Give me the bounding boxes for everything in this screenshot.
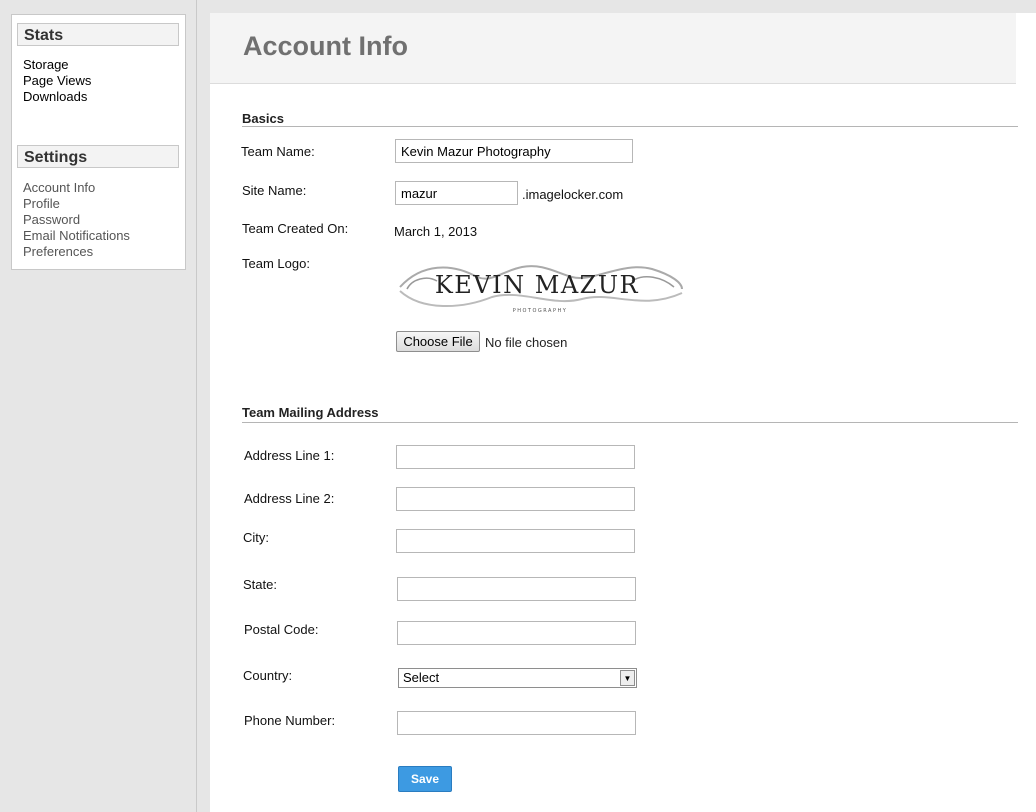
address-line1-label: Address Line 1: <box>244 448 335 463</box>
sidebar-item-storage[interactable]: Storage <box>23 57 69 73</box>
stats-heading: Stats <box>17 23 179 46</box>
state-input[interactable] <box>397 577 636 601</box>
page-title: Account Info <box>243 31 408 61</box>
sidebar-item-password[interactable]: Password <box>23 212 80 228</box>
file-status: No file chosen <box>485 335 568 350</box>
sidebar-item-page-views[interactable]: Page Views <box>23 73 91 89</box>
country-label: Country: <box>243 668 293 683</box>
title-bar: Account Info <box>210 13 1016 84</box>
phone-number-label: Phone Number: <box>244 713 336 728</box>
sidebar-item-preferences[interactable]: Preferences <box>23 244 93 260</box>
basics-heading: Basics <box>242 111 284 126</box>
postal-code-input[interactable] <box>397 621 636 645</box>
choose-file-button[interactable]: Choose File <box>396 331 480 352</box>
sidebar-item-downloads[interactable]: Downloads <box>23 89 87 105</box>
save-button[interactable]: Save <box>398 766 452 792</box>
city-label: City: <box>243 530 269 545</box>
logo-text: KEVIN MAZUR <box>435 271 639 299</box>
chevron-down-icon[interactable]: ▼ <box>620 670 635 686</box>
sidebar-panel: Stats Storage Page Views Downloads Setti… <box>11 14 186 270</box>
team-logo-label: Team Logo: <box>242 256 310 271</box>
team-name-input[interactable] <box>395 139 633 163</box>
site-name-input[interactable] <box>395 181 518 205</box>
main-content: Account Info Basics Team Name: Site Name… <box>210 13 1036 812</box>
settings-heading: Settings <box>17 145 179 168</box>
address-line1-input[interactable] <box>396 445 635 469</box>
phone-number-input[interactable] <box>397 711 636 735</box>
sidebar-item-account-info[interactable]: Account Info <box>23 180 95 196</box>
country-selected-value: Select <box>403 670 440 685</box>
address-heading: Team Mailing Address <box>242 405 379 420</box>
sidebar-item-profile[interactable]: Profile <box>23 196 60 212</box>
site-domain-suffix: .imagelocker.com <box>522 187 624 202</box>
team-name-label: Team Name: <box>241 144 315 159</box>
city-input[interactable] <box>396 529 635 553</box>
site-name-label: Site Name: <box>242 183 307 198</box>
team-created-label: Team Created On: <box>242 221 349 236</box>
logo-flourish: KEVIN MAZUR PHOTOGRAPHY <box>399 265 683 314</box>
address-line2-label: Address Line 2: <box>244 491 335 506</box>
logo-subtext: PHOTOGRAPHY <box>513 308 568 314</box>
sidebar-item-email-notifications[interactable]: Email Notifications <box>23 228 130 244</box>
team-created-value: March 1, 2013 <box>394 224 478 239</box>
basics-divider <box>242 126 1018 127</box>
country-select[interactable]: Select ▼ <box>398 668 637 688</box>
address-line2-input[interactable] <box>396 487 635 511</box>
team-logo-image: KEVIN MAZUR PHOTOGRAPHY <box>382 253 692 317</box>
state-label: State: <box>243 577 277 592</box>
address-divider <box>242 422 1018 423</box>
postal-code-label: Postal Code: <box>244 622 319 637</box>
